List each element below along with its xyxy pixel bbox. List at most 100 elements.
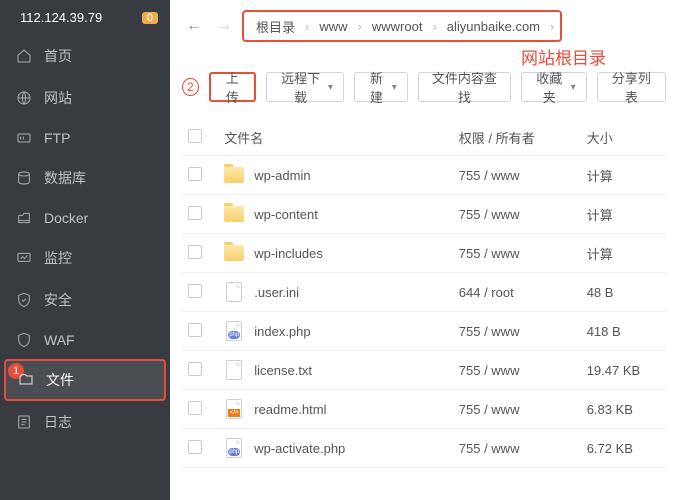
table-row[interactable]: wp-includes 755 / www计算 [182,234,666,273]
table-row[interactable]: license.txt755 / www19.47 KB [182,351,666,390]
favorites-button[interactable]: 收藏夹▾ [521,72,587,102]
breadcrumb-item[interactable]: www [311,19,355,34]
file-size: 48 B [581,273,666,312]
breadcrumb-item[interactable]: 根目录 [248,17,303,36]
file-icon [226,360,242,380]
row-checkbox[interactable] [188,245,202,259]
breadcrumb-row: ← → 根目录›www›wwwroot›aliyunbaike.com› 网站根… [182,10,666,42]
sidebar: 112.124.39.79 0 首页网站 FTP 数据库 Docker 监控安全 WAF 1… [0,0,170,500]
sidebar-item-label: WAF [44,332,75,348]
remote-download-button[interactable]: 远程下载▾ [266,72,344,102]
table-row[interactable]: wp-activate.php 755 / www6.72 KB [182,429,666,468]
column-header-name[interactable]: 文件名 [218,120,453,156]
table-row[interactable]: wp-content 755 / www计算 [182,195,666,234]
sidebar-item-logs[interactable]: 日志 [0,401,170,443]
folder-icon [224,167,244,183]
logs-icon [16,414,32,430]
monitor-icon [16,250,32,266]
select-all-checkbox[interactable] [188,129,202,143]
row-checkbox[interactable] [188,362,202,376]
row-checkbox[interactable] [188,401,202,415]
file-perm: 755 / www [453,234,581,273]
toolbar: 2 上传 远程下载▾ 新建▾ 文件内容查找 收藏夹▾ 分享列表 [182,72,666,102]
sidebar-item-website[interactable]: 网站 [0,77,170,119]
breadcrumb: 根目录›www›wwwroot›aliyunbaike.com› [242,10,562,42]
file-size: 6.72 KB [581,429,666,468]
waf-icon [16,332,32,348]
upload-button[interactable]: 上传 [209,72,257,102]
sidebar-item-label: 监控 [44,248,72,268]
file-size[interactable]: 计算 [581,156,666,195]
sidebar-item-label: 安全 [44,290,72,310]
file-name: license.txt [254,363,312,378]
file-icon [226,282,242,302]
row-checkbox[interactable] [188,206,202,220]
chevron-right-icon: › [430,19,438,34]
new-button[interactable]: 新建▾ [354,72,408,102]
sidebar-item-monitor[interactable]: 监控 [0,237,170,279]
sidebar-item-docker[interactable]: Docker [0,199,170,237]
file-name: wp-includes [254,246,323,261]
share-list-button[interactable]: 分享列表 [597,72,666,102]
sidebar-item-waf[interactable]: WAF [0,321,170,359]
breadcrumb-item[interactable]: wwwroot [364,19,431,34]
sidebar-item-files[interactable]: 1文件 [4,359,166,401]
sidebar-item-label: 日志 [44,412,72,432]
file-name: .user.ini [254,285,299,300]
docker-icon [16,210,32,226]
files-icon [18,372,34,388]
php-file-icon [226,438,242,458]
chevron-right-icon: › [548,19,556,34]
sidebar-item-label: 文件 [46,370,74,390]
content-search-button[interactable]: 文件内容查找 [418,72,511,102]
chevron-down-icon: ▾ [392,82,397,93]
file-table: 文件名 权限 / 所有者 大小 wp-admin755 / www计算wp-co… [182,120,666,468]
home-icon [16,48,32,64]
sidebar-item-database[interactable]: 数据库 [0,157,170,199]
row-checkbox[interactable] [188,284,202,298]
folder-icon [224,206,244,222]
chevron-right-icon: › [356,19,364,34]
column-header-perm[interactable]: 权限 / 所有者 [453,120,581,156]
file-size[interactable]: 计算 [581,234,666,273]
file-size: 19.47 KB [581,351,666,390]
breadcrumb-item[interactable]: aliyunbaike.com [439,19,548,34]
table-row[interactable]: wp-admin 755 / www计算 [182,156,666,195]
sidebar-item-security[interactable]: 安全 [0,279,170,321]
sidebar-item-label: Docker [44,210,88,226]
file-perm: 755 / www [453,312,581,351]
file-name: wp-activate.php [254,441,345,456]
sidebar-item-ftp[interactable]: FTP [0,119,170,157]
html-file-icon [226,399,242,419]
file-name: wp-content [254,207,318,222]
nav-back-button[interactable]: ← [182,12,206,40]
file-perm: 755 / www [453,156,581,195]
file-size[interactable]: 计算 [581,195,666,234]
php-file-icon [226,321,242,341]
file-name: wp-admin [254,168,310,183]
file-size: 418 B [581,312,666,351]
security-icon [16,292,32,308]
file-perm: 755 / www [453,390,581,429]
file-name: index.php [254,324,310,339]
row-checkbox[interactable] [188,440,202,454]
nav-forward-button[interactable]: → [212,12,236,40]
annotation-step-2: 2 [182,78,199,96]
row-checkbox[interactable] [188,167,202,181]
table-row[interactable]: .user.ini644 / root48 B [182,273,666,312]
sidebar-item-home[interactable]: 首页 [0,35,170,77]
database-icon [16,170,32,186]
table-row[interactable]: readme.html755 / www6.83 KB [182,390,666,429]
ftp-icon [16,130,32,146]
file-perm: 755 / www [453,429,581,468]
sidebar-item-label: FTP [44,130,70,146]
table-row[interactable]: index.php 755 / www418 B [182,312,666,351]
notification-badge[interactable]: 0 [142,12,158,24]
server-ip: 112.124.39.79 [20,10,102,25]
chevron-down-icon: ▾ [571,82,576,93]
row-checkbox[interactable] [188,323,202,337]
sidebar-item-label: 数据库 [44,168,86,188]
main-panel: ← → 根目录›www›wwwroot›aliyunbaike.com› 网站根… [170,0,678,500]
file-perm: 755 / www [453,195,581,234]
column-header-size[interactable]: 大小 [581,120,666,156]
